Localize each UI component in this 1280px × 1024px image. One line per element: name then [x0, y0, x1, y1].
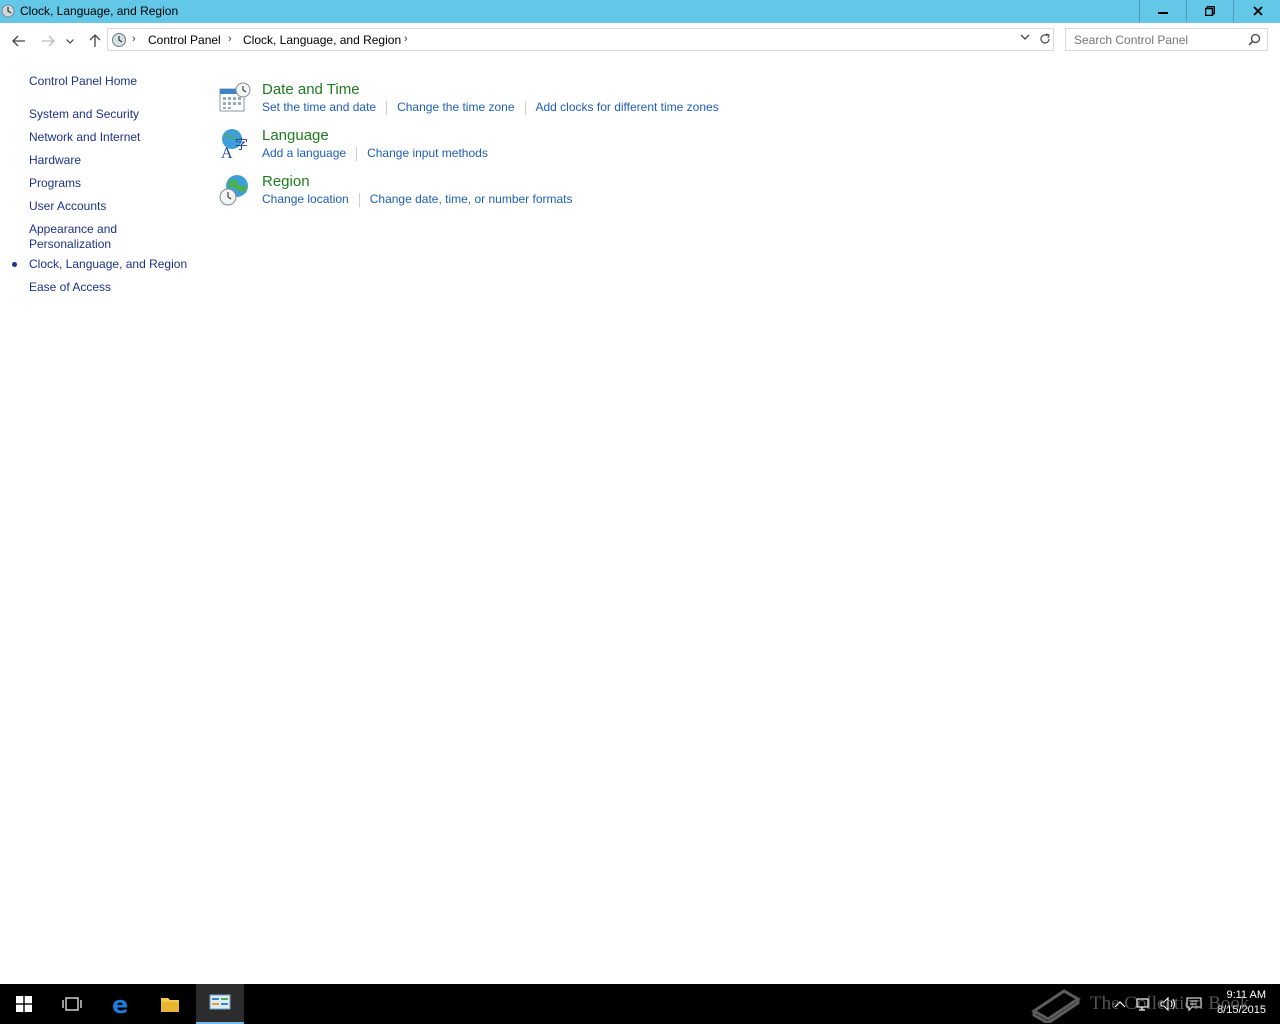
link-separator [386, 100, 388, 115]
chevron-down-icon [66, 38, 74, 44]
file-explorer-icon [161, 998, 179, 1012]
category-title-region[interactable]: Region [262, 173, 310, 190]
back-arrow-icon [12, 35, 25, 47]
breadcrumb-separator: › [132, 33, 136, 45]
search-icon[interactable] [1248, 33, 1261, 46]
nav-ease-of-access[interactable]: Ease of Access [29, 280, 111, 295]
nav-control-panel-home[interactable]: Control Panel Home [29, 74, 137, 89]
control-panel-taskbar-button[interactable] [196, 984, 244, 1024]
breadcrumb-clock-language-region[interactable]: Clock, Language, and Region [243, 33, 401, 47]
window-title: Clock, Language, and Region [20, 4, 179, 18]
category-title-date-and-time[interactable]: Date and Time [262, 81, 360, 98]
title-bar: Clock, Language, and Region [0, 0, 1280, 23]
region-links: Change location Change date, time, or num… [262, 192, 573, 207]
svg-text:A: A [221, 145, 233, 161]
link-change-formats[interactable]: Change date, time, or number formats [370, 192, 573, 206]
up-arrow-icon [89, 34, 101, 47]
link-change-location[interactable]: Change location [262, 192, 349, 206]
minimize-icon [1158, 12, 1168, 14]
watermark-text: The Collection Book [1090, 993, 1250, 1014]
recent-locations-button[interactable] [62, 31, 78, 51]
nav-user-accounts[interactable]: User Accounts [29, 199, 106, 214]
edge-button[interactable]: e [98, 984, 146, 1024]
file-explorer-button[interactable] [146, 984, 194, 1024]
start-button[interactable] [0, 984, 48, 1024]
breadcrumb-control-panel[interactable]: Control Panel [148, 33, 221, 47]
minimize-button[interactable] [1139, 0, 1186, 22]
link-add-language[interactable]: Add a language [262, 146, 346, 160]
nav-hardware[interactable]: Hardware [29, 153, 81, 168]
book-icon [1031, 989, 1081, 1023]
link-separator [358, 192, 360, 207]
link-separator [524, 100, 526, 115]
forward-arrow-icon [42, 35, 55, 47]
forward-button[interactable] [38, 31, 58, 51]
nav-programs[interactable]: Programs [29, 176, 81, 191]
up-button[interactable] [85, 31, 105, 51]
breadcrumb-separator: › [228, 33, 232, 45]
link-set-time-and-date[interactable]: Set the time and date [262, 100, 376, 114]
svg-text:e: e [112, 993, 128, 1015]
nav-network-and-internet[interactable]: Network and Internet [29, 130, 140, 145]
watermark: The Collection Book [1030, 984, 1249, 1024]
globe-clock-icon [219, 175, 248, 206]
date-and-time-links: Set the time and date Change the time zon… [262, 100, 719, 115]
link-separator [356, 146, 358, 161]
edge-icon: e [112, 993, 128, 1015]
start-icon [16, 996, 32, 1012]
address-bar[interactable]: › Control Panel › Clock, Language, and R… [107, 28, 1054, 51]
close-icon [1252, 6, 1263, 16]
nav-clock-language-region[interactable]: Clock, Language, and Region [12, 257, 188, 272]
link-add-clocks[interactable]: Add clocks for different time zones [536, 100, 719, 114]
back-button[interactable] [9, 31, 29, 51]
control-panel-icon [112, 33, 126, 47]
address-dropdown-icon[interactable] [1020, 34, 1030, 41]
search-box[interactable] [1065, 28, 1268, 51]
control-panel-icon [1, 4, 15, 18]
svg-text:字: 字 [235, 138, 248, 153]
refresh-icon[interactable] [1038, 32, 1052, 46]
link-change-input-methods[interactable]: Change input methods [367, 146, 488, 160]
language-links: Add a language Change input methods [262, 146, 488, 161]
breadcrumb-separator[interactable]: › [404, 33, 408, 45]
restore-button[interactable] [1186, 0, 1233, 22]
calendar-clock-icon [219, 82, 251, 112]
current-page-bullet [12, 262, 17, 267]
nav-appearance-line2[interactable]: Personalization [29, 237, 111, 252]
nav-system-and-security[interactable]: System and Security [29, 107, 139, 122]
restore-icon [1205, 6, 1215, 16]
nav-appearance-line1[interactable]: Appearance and [29, 222, 117, 237]
task-view-icon [62, 997, 82, 1011]
language-icon: A 字 [221, 129, 248, 161]
link-change-time-zone[interactable]: Change the time zone [397, 100, 514, 114]
task-view-button[interactable] [48, 984, 96, 1024]
category-title-language[interactable]: Language [262, 127, 329, 144]
control-panel-icon [209, 994, 231, 1010]
search-input[interactable] [1070, 31, 1248, 48]
nav-clock-language-region-label: Clock, Language, and Region [29, 257, 188, 271]
close-button[interactable] [1233, 0, 1280, 22]
